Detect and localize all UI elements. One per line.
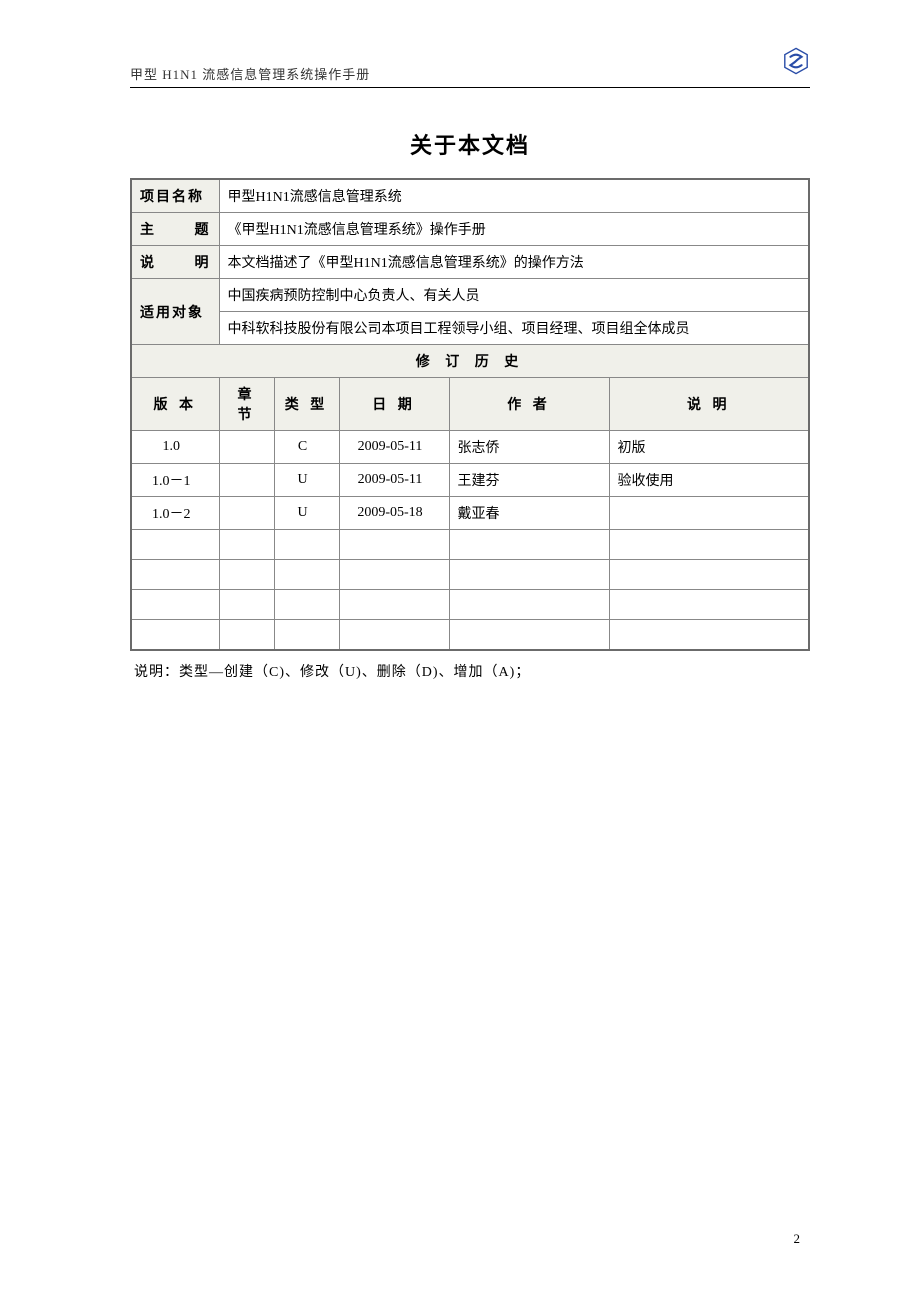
value-audience-2: 中科软科技股份有限公司本项目工程领导小组、项目经理、项目组全体成员 <box>219 312 809 345</box>
row-revision-header: 修 订 历 史 <box>131 345 809 378</box>
cell-author: 王建芬 <box>449 464 609 497</box>
cell-version <box>131 590 219 620</box>
cell-type <box>274 530 339 560</box>
header-title: 甲型 H1N1 流感信息管理系统操作手册 <box>130 64 370 83</box>
cell-chapter <box>219 590 274 620</box>
cell-date: 2009-05-18 <box>339 497 449 530</box>
cell-author <box>449 530 609 560</box>
cell-version: 1.0－1 <box>131 464 219 497</box>
col-author: 作 者 <box>449 378 609 431</box>
cell-chapter <box>219 431 274 464</box>
cell-chapter <box>219 620 274 650</box>
cell-type: U <box>274 464 339 497</box>
cell-author <box>449 560 609 590</box>
table-row <box>131 560 809 590</box>
cell-version <box>131 530 219 560</box>
row-description: 说 明 本文档描述了《甲型H1N1流感信息管理系统》的操作方法 <box>131 246 809 279</box>
value-subject: 《甲型H1N1流感信息管理系统》操作手册 <box>219 213 809 246</box>
cell-note: 验收使用 <box>609 464 809 497</box>
table-row <box>131 590 809 620</box>
table-row: 1.0－1 U 2009-05-11 王建芬 验收使用 <box>131 464 809 497</box>
cell-chapter <box>219 530 274 560</box>
page-header: 甲型 H1N1 流感信息管理系统操作手册 <box>130 55 810 88</box>
cell-date: 2009-05-11 <box>339 464 449 497</box>
col-version: 版 本 <box>131 378 219 431</box>
cell-date: 2009-05-11 <box>339 431 449 464</box>
cell-type <box>274 620 339 650</box>
col-date: 日 期 <box>339 378 449 431</box>
cell-version: 1.0－2 <box>131 497 219 530</box>
page-number: 2 <box>794 1231 801 1247</box>
cell-note: 初版 <box>609 431 809 464</box>
value-audience-1: 中国疾病预防控制中心负责人、有关人员 <box>219 279 809 312</box>
table-row <box>131 620 809 650</box>
cell-chapter <box>219 560 274 590</box>
doc-title: 关于本文档 <box>130 128 810 160</box>
company-logo-icon <box>782 47 810 75</box>
cell-type: U <box>274 497 339 530</box>
label-subject: 主 题 <box>131 213 219 246</box>
row-subject: 主 题 《甲型H1N1流感信息管理系统》操作手册 <box>131 213 809 246</box>
table-row: 1.0 C 2009-05-11 张志侨 初版 <box>131 431 809 464</box>
cell-note <box>609 530 809 560</box>
cell-chapter <box>219 497 274 530</box>
cell-note <box>609 620 809 650</box>
cell-chapter <box>219 464 274 497</box>
label-audience: 适用对象 <box>131 279 219 345</box>
value-project-name: 甲型H1N1流感信息管理系统 <box>219 179 809 213</box>
cell-type <box>274 590 339 620</box>
table-row: 1.0－2 U 2009-05-18 戴亚春 <box>131 497 809 530</box>
col-chapter: 章 节 <box>219 378 274 431</box>
cell-note <box>609 497 809 530</box>
label-project-name: 项目名称 <box>131 179 219 213</box>
cell-author: 戴亚春 <box>449 497 609 530</box>
cell-date <box>339 530 449 560</box>
cell-note <box>609 560 809 590</box>
cell-version <box>131 620 219 650</box>
cell-type <box>274 560 339 590</box>
type-legend-note: 说明：类型—创建（C)、修改（U)、删除（D)、增加（A)； <box>130 661 810 681</box>
revision-title: 修 订 历 史 <box>131 345 809 378</box>
col-type: 类 型 <box>274 378 339 431</box>
col-note: 说 明 <box>609 378 809 431</box>
cell-author <box>449 620 609 650</box>
cell-date <box>339 560 449 590</box>
row-audience-1: 适用对象 中国疾病预防控制中心负责人、有关人员 <box>131 279 809 312</box>
table-row <box>131 530 809 560</box>
row-project-name: 项目名称 甲型H1N1流感信息管理系统 <box>131 179 809 213</box>
cell-note <box>609 590 809 620</box>
row-column-headers: 版 本 章 节 类 型 日 期 作 者 说 明 <box>131 378 809 431</box>
cell-author: 张志侨 <box>449 431 609 464</box>
cell-version <box>131 560 219 590</box>
label-description: 说 明 <box>131 246 219 279</box>
cell-author <box>449 590 609 620</box>
document-meta-table: 项目名称 甲型H1N1流感信息管理系统 主 题 《甲型H1N1流感信息管理系统》… <box>130 178 810 651</box>
cell-type: C <box>274 431 339 464</box>
cell-date <box>339 590 449 620</box>
row-audience-2: 中科软科技股份有限公司本项目工程领导小组、项目经理、项目组全体成员 <box>131 312 809 345</box>
cell-version: 1.0 <box>131 431 219 464</box>
value-description: 本文档描述了《甲型H1N1流感信息管理系统》的操作方法 <box>219 246 809 279</box>
cell-date <box>339 620 449 650</box>
